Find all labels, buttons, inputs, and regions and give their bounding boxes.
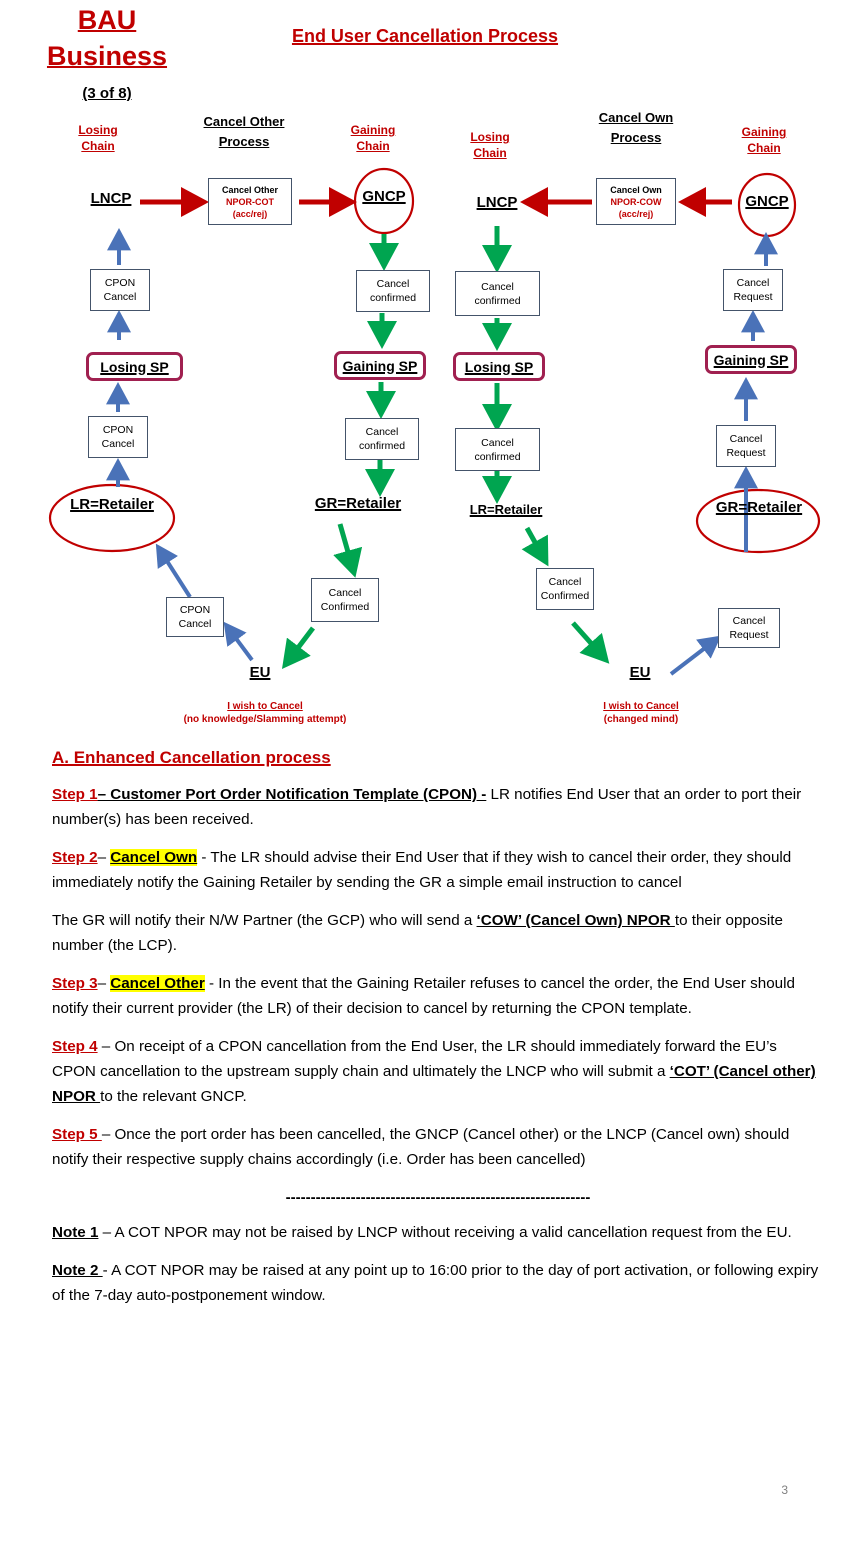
- prose-section: A. Enhanced Cancellation process Step 1–…: [52, 745, 824, 1321]
- box-cancel-request-col4-bottom: Cancel Request: [718, 608, 780, 648]
- caption-cancel-other-process: Cancel Other Process: [203, 114, 285, 149]
- step-4-paragraph: Step 4 – On receipt of a CPON cancellati…: [52, 1034, 824, 1109]
- node-gaining-sp-col4: Gaining SP: [705, 345, 797, 374]
- box-text: Cancel confirmed: [358, 426, 406, 452]
- node-gr-retailer-col4: GR=Retailer: [715, 499, 803, 516]
- eu-note-left: I wish to Cancel (no knowledge/Slamming …: [150, 700, 380, 726]
- box-cancel-request-col4-upper: Cancel Request: [723, 269, 783, 311]
- arrow-grretailer-to-cancelconf3: [333, 523, 363, 578]
- box-text: Cancel Request: [726, 433, 766, 459]
- box-text: Cancel Request: [729, 615, 769, 641]
- node-lncp-col1: LNCP: [90, 190, 132, 207]
- box-text: CPON Cancel: [103, 277, 137, 303]
- box-text: Cancel confirmed: [369, 278, 417, 304]
- step-3-label: Step 3: [52, 975, 98, 992]
- arrow-cancelreq3-from-eu-right: [669, 635, 722, 676]
- step-1-label: Step 1: [52, 786, 98, 803]
- node-losing-sp-col1: Losing SP: [86, 352, 183, 381]
- step-5-text: – Once the port order has been cancelled…: [52, 1126, 790, 1168]
- box-cancel-confirmed-col3-lower: Cancel confirmed: [455, 428, 540, 471]
- node-lr-retailer-col1: LR=Retailer: [70, 496, 154, 513]
- step-1-paragraph: Step 1– Customer Port Order Notification…: [52, 782, 824, 832]
- npor-cot-line2: NPOR-COT: [226, 196, 274, 207]
- note-2-label: Note 2: [52, 1262, 103, 1279]
- gr-notify-pre: The GR will notify their N/W Partner (th…: [52, 912, 477, 929]
- step-1-bold: – Customer Port Order Notification Templ…: [97, 786, 487, 803]
- box-text: Cancel confirmed: [474, 436, 521, 463]
- box-text: Cancel Request: [733, 277, 773, 303]
- eu-note-left-line1: I wish to Cancel: [227, 701, 303, 712]
- eu-note-left-line2: (no knowledge/Slamming attempt): [183, 714, 347, 725]
- box-text: Cancel confirmed: [474, 280, 521, 307]
- step-2-label: Step 2: [52, 849, 98, 866]
- box-text: CPON Cancel: [178, 604, 212, 630]
- box-cancel-request-col4-lower: Cancel Request: [716, 425, 776, 467]
- caption-gaining-chain-col2: Gaining Chain: [350, 123, 396, 153]
- npor-box-cancel-own: Cancel Own NPOR-COW (acc/rej): [596, 178, 676, 225]
- node-lr-retailer-col3: LR=Retailer: [469, 502, 543, 517]
- node-gncp-col2: GNCP: [362, 188, 406, 205]
- gr-notify-paragraph: The GR will notify their N/W Partner (th…: [52, 908, 824, 958]
- arrow-cancelconf3-to-eu-right: [571, 621, 610, 664]
- step-2-highlight: Cancel Own: [110, 849, 198, 866]
- npor-cot-line3: (acc/rej): [232, 208, 268, 219]
- step-4-pre: – On receipt of a CPON cancellation from…: [52, 1038, 777, 1080]
- step-2-paragraph: Step 2– Cancel Own - The LR should advis…: [52, 845, 824, 895]
- step-3-dash: –: [97, 975, 111, 992]
- page-number: 3: [781, 1483, 788, 1497]
- caption-gaining-chain-col4: Gaining Chain: [741, 125, 787, 155]
- node-gr-retailer-col2: GR=Retailer: [314, 495, 402, 512]
- box-text: CPON Cancel: [101, 424, 135, 450]
- note-2-paragraph: Note 2 - A COT NPOR may be raised at any…: [52, 1258, 824, 1308]
- step-3-highlight: Cancel Other: [110, 975, 205, 992]
- npor-cot-line1: Cancel Other: [221, 184, 279, 195]
- box-cpon-cancel-col1-upper: CPON Cancel: [90, 269, 150, 311]
- box-cancel-confirmed-col3-upper: Cancel confirmed: [455, 271, 540, 316]
- box-cancel-confirmed-col2-lower: Cancel confirmed: [345, 418, 419, 460]
- note-1-paragraph: Note 1 – A COT NPOR may not be raised by…: [52, 1220, 824, 1245]
- npor-box-cancel-other: Cancel Other NPOR-COT (acc/rej): [208, 178, 292, 225]
- step-2-dash: –: [97, 849, 111, 866]
- arrow-cancelconf3-to-eu: [281, 626, 315, 669]
- note-1-label: Note 1: [52, 1224, 99, 1241]
- node-gaining-sp-col2: Gaining SP: [334, 351, 426, 380]
- node-losing-sp-col3: Losing SP: [453, 352, 545, 381]
- arrow-lr-from-cpon3: [155, 543, 192, 599]
- step-4-post: to the relevant GNCP.: [100, 1088, 247, 1105]
- node-eu-right: EU: [629, 664, 651, 681]
- section-heading: A. Enhanced Cancellation process: [52, 748, 331, 767]
- box-cancel-confirmed-col3-bottom: Cancel Confirmed: [536, 568, 594, 610]
- box-cpon-cancel-col1-bottom: CPON Cancel: [166, 597, 224, 637]
- node-gncp-col4: GNCP: [745, 193, 789, 210]
- cow-npor-bold: ‘COW’ (Cancel Own) NPOR: [476, 912, 675, 929]
- caption-cancel-own-process: Cancel Own Process: [598, 110, 674, 145]
- slide-page: BAU Business (3 of 8) End User Cancellat…: [0, 0, 850, 1559]
- box-text: Cancel Confirmed: [320, 587, 370, 613]
- box-cpon-cancel-col1-lower: CPON Cancel: [88, 416, 148, 458]
- box-cancel-confirmed-col2-upper: Cancel confirmed: [356, 270, 430, 312]
- step-5-label: Step 5: [52, 1126, 102, 1143]
- step-3-paragraph: Step 3– Cancel Other - In the event that…: [52, 971, 824, 1021]
- caption-losing-chain-col3: Losing Chain: [470, 130, 510, 160]
- npor-cow-line2: NPOR-COW: [610, 196, 662, 207]
- node-lncp-col3: LNCP: [476, 194, 518, 211]
- eu-note-right-line2: (changed mind): [603, 714, 679, 725]
- step-5-paragraph: Step 5 – Once the port order has been ca…: [52, 1122, 824, 1172]
- eu-note-right: I wish to Cancel (changed mind): [580, 700, 702, 726]
- node-eu-left: EU: [249, 664, 271, 681]
- box-text: Cancel Confirmed: [540, 576, 590, 602]
- step-4-label: Step 4: [52, 1038, 98, 1055]
- note-2-text: - A COT NPOR may be raised at any point …: [52, 1262, 819, 1304]
- npor-cow-line3: (acc/rej): [618, 208, 654, 219]
- arrow-cpon3-from-eu: [223, 621, 254, 662]
- arrow-lrretailer3-to-cancelconf3: [521, 526, 549, 567]
- npor-cow-line1: Cancel Own: [610, 184, 662, 195]
- caption-losing-chain-col1: Losing Chain: [78, 123, 118, 153]
- eu-note-right-line1: I wish to Cancel: [603, 701, 679, 712]
- dashed-divider: ----------------------------------------…: [285, 1189, 591, 1206]
- box-cancel-confirmed-col2-bottom: Cancel Confirmed: [311, 578, 379, 622]
- note-1-text: – A COT NPOR may not be raised by LNCP w…: [98, 1224, 792, 1241]
- lr-retailer-left-circle: [48, 483, 176, 553]
